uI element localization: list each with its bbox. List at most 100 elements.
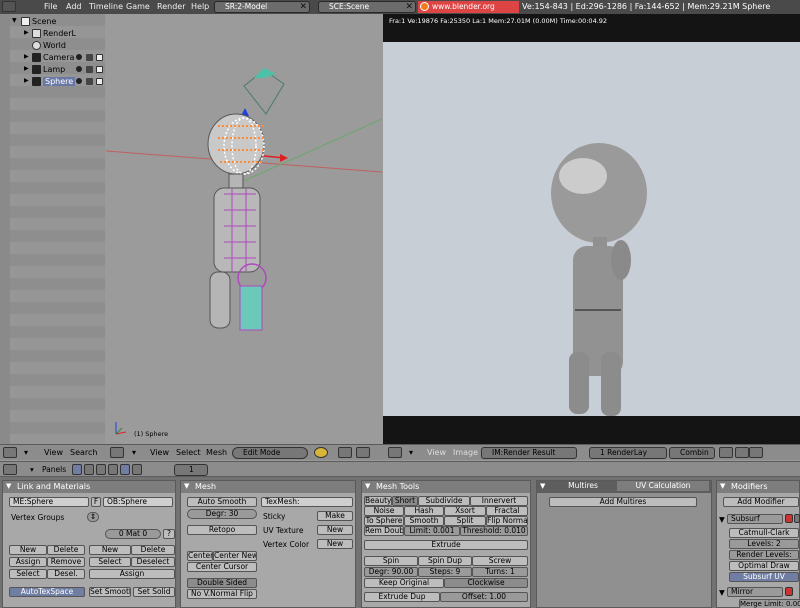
scene-selector[interactable]: SCE:Scene ✕ bbox=[318, 1, 416, 13]
outliner-item-renderlayer[interactable]: RenderL bbox=[43, 29, 76, 38]
retopo-toggle[interactable]: Retopo bbox=[187, 525, 257, 535]
collapse-icon[interactable]: ▼ bbox=[365, 481, 370, 492]
add-multires-button[interactable]: Add Multires bbox=[549, 497, 697, 507]
turns-field[interactable]: Turns: 1 bbox=[472, 567, 528, 577]
expand-triangle-icon[interactable]: ▶ bbox=[24, 53, 29, 60]
render-toggle-icon[interactable] bbox=[96, 54, 103, 61]
panel-title[interactable]: ▼ Mesh Tools bbox=[362, 481, 530, 493]
shading-context-icon[interactable] bbox=[96, 464, 106, 475]
expand-triangle-icon[interactable]: ▶ bbox=[24, 29, 29, 36]
visibility-icon[interactable] bbox=[86, 78, 93, 85]
camera-object[interactable] bbox=[243, 68, 285, 115]
extrude-dup-button[interactable]: Extrude Dup bbox=[364, 592, 440, 602]
modifier-delete-icon[interactable] bbox=[785, 514, 793, 523]
expand-triangle-icon[interactable]: ▼ bbox=[12, 17, 17, 24]
menu-timeline[interactable]: Timeline bbox=[89, 2, 123, 11]
panels-collapse-icon[interactable]: ▾ bbox=[30, 465, 34, 474]
center-button[interactable]: Center bbox=[187, 551, 213, 561]
object-context-icon[interactable] bbox=[108, 464, 118, 475]
render-toggle-icon[interactable] bbox=[96, 78, 103, 85]
threshold-field[interactable]: Threshold: 0.010 bbox=[460, 526, 528, 536]
keep-original-toggle[interactable]: Keep Original bbox=[364, 578, 444, 588]
tab-uv-calculation[interactable]: UV Calculation bbox=[617, 481, 709, 491]
visibility-icon[interactable] bbox=[86, 54, 93, 61]
add-modifier-button[interactable]: Add Modifier bbox=[723, 497, 799, 507]
vgroup-deselect-button[interactable]: Desel. bbox=[47, 569, 85, 579]
render-pass-selector[interactable]: Combin bbox=[669, 447, 715, 459]
material-select-button[interactable]: Select bbox=[89, 557, 131, 567]
material-delete-button[interactable]: Delete bbox=[131, 545, 175, 555]
scene-context-icon[interactable] bbox=[132, 464, 142, 475]
manipulator-icon[interactable] bbox=[356, 447, 370, 458]
xsort-button[interactable]: Xsort bbox=[444, 506, 486, 516]
editor-type-icon[interactable] bbox=[3, 464, 17, 475]
collapse-icon[interactable]: ▼ bbox=[540, 481, 545, 492]
levels-field[interactable]: Levels: 2 bbox=[729, 539, 799, 549]
outliner-item-sphere[interactable]: Sphere bbox=[43, 77, 76, 86]
material-deselect-button[interactable]: Deselect bbox=[131, 557, 175, 567]
render-toggle-icon[interactable] bbox=[96, 66, 103, 73]
subdivision-type-select[interactable]: Catmull-Clark bbox=[729, 528, 799, 538]
editing-context-icon[interactable] bbox=[120, 464, 130, 475]
image-menu-image[interactable]: Image bbox=[453, 448, 478, 457]
clockwise-toggle[interactable]: Clockwise bbox=[444, 578, 528, 588]
editor-type-icon[interactable] bbox=[3, 447, 17, 458]
vgroup-assign-button[interactable]: Assign bbox=[9, 557, 47, 567]
record-icon[interactable] bbox=[735, 447, 749, 458]
outliner-menu-search[interactable]: Search bbox=[70, 448, 97, 457]
character-mesh[interactable] bbox=[207, 113, 267, 331]
image-selector[interactable]: IM:Render Result bbox=[481, 447, 577, 459]
vertex-group-menu[interactable]: ⇕ bbox=[87, 512, 99, 522]
subdivide-button[interactable]: Subdivide bbox=[418, 496, 470, 506]
expand-triangle-icon[interactable]: ▶ bbox=[24, 77, 29, 84]
editor-type-icon[interactable] bbox=[388, 447, 402, 458]
autotexspace-toggle[interactable]: AutoTexSpace bbox=[9, 587, 85, 597]
3d-viewport[interactable]: (1) Sphere bbox=[106, 14, 382, 444]
view3d-menu-select[interactable]: Select bbox=[176, 448, 201, 457]
expand-triangle-icon[interactable]: ▶ bbox=[24, 65, 29, 72]
material-new-button[interactable]: New bbox=[89, 545, 131, 555]
vgroup-remove-button[interactable]: Remove bbox=[47, 557, 85, 567]
script-context-icon[interactable] bbox=[84, 464, 94, 475]
mirror-name-field[interactable]: Mirror bbox=[727, 587, 783, 597]
outliner-item-scene[interactable]: Scene bbox=[32, 17, 56, 26]
panel-title[interactable]: ▼ Link and Materials bbox=[3, 481, 175, 493]
image-menu-view[interactable]: View bbox=[427, 448, 446, 457]
noise-button[interactable]: Noise bbox=[364, 506, 404, 516]
mode-selector[interactable]: Edit Mode bbox=[232, 447, 308, 459]
texmesh-field[interactable]: TexMesh: bbox=[261, 497, 353, 507]
vgroup-delete-button[interactable]: Delete bbox=[47, 545, 85, 555]
subsurf-uv-toggle[interactable]: Subsurf UV bbox=[729, 572, 799, 582]
uv-texture-new-button[interactable]: New bbox=[317, 525, 353, 535]
visibility-icon[interactable] bbox=[86, 66, 93, 73]
viewport-scene[interactable] bbox=[106, 14, 382, 444]
outliner[interactable]: ▼ Scene ▶ RenderL World ▶ Camera ▶ Lamp … bbox=[10, 14, 105, 444]
smooth-degree-field[interactable]: Degr: 30 bbox=[187, 509, 257, 519]
view3d-menu-view[interactable]: View bbox=[150, 448, 169, 457]
outliner-expand-icon[interactable]: ▾ bbox=[24, 448, 28, 457]
view3d-menu-mesh[interactable]: Mesh bbox=[206, 448, 227, 457]
fractal-button[interactable]: Fractal bbox=[486, 506, 528, 516]
outliner-item-world[interactable]: World bbox=[43, 41, 66, 50]
merge-limit-field[interactable]: Merge Limit: 0.00 bbox=[739, 599, 800, 608]
beauty-toggle[interactable]: Beauty bbox=[364, 496, 392, 506]
collapse-icon[interactable]: ▼ bbox=[720, 481, 725, 492]
manipulator-x-arrow-icon[interactable] bbox=[280, 154, 288, 162]
menu-game[interactable]: Game bbox=[126, 2, 150, 11]
no-vnormal-flip-toggle[interactable]: No V.Normal Flip bbox=[187, 589, 257, 599]
smooth-button[interactable]: Smooth bbox=[404, 516, 444, 526]
material-assign-button[interactable]: Assign bbox=[89, 569, 175, 579]
center-cursor-button[interactable]: Center Cursor bbox=[187, 562, 257, 572]
optimal-draw-toggle[interactable]: Optimal Draw bbox=[729, 561, 799, 571]
double-sided-toggle[interactable]: Double Sided bbox=[187, 578, 257, 588]
outliner-menu-view[interactable]: View bbox=[44, 448, 63, 457]
steps-field[interactable]: Steps: 9 bbox=[418, 567, 472, 577]
brush-icon[interactable] bbox=[719, 447, 733, 458]
modifier-expand-icon[interactable] bbox=[794, 514, 800, 523]
subsurf-name-field[interactable]: Subsurf bbox=[727, 514, 783, 524]
menu-help[interactable]: Help bbox=[191, 2, 209, 11]
spin-dup-button[interactable]: Spin Dup bbox=[418, 556, 472, 566]
editor-type-icon[interactable] bbox=[110, 447, 124, 458]
to-sphere-button[interactable]: To Sphere bbox=[364, 516, 404, 526]
screen-selector[interactable]: SR:2-Model ✕ bbox=[214, 1, 310, 13]
